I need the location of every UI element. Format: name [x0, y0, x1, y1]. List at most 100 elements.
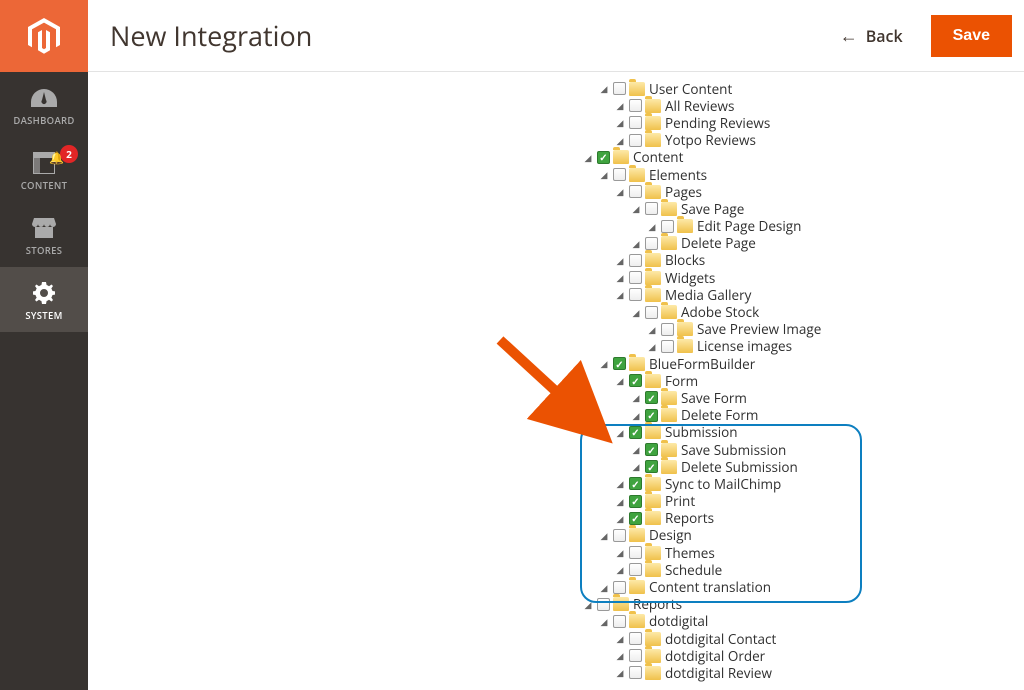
- tree-checkbox[interactable]: [645, 460, 658, 473]
- tree-checkbox[interactable]: [629, 116, 642, 129]
- tree-checkbox[interactable]: [661, 220, 674, 233]
- expand-toggle-icon[interactable]: ◢: [630, 203, 642, 215]
- tree-checkbox[interactable]: [629, 374, 642, 387]
- tree-node[interactable]: ◢ dotdigital Order: [566, 647, 821, 664]
- tree-checkbox[interactable]: [629, 632, 642, 645]
- tree-node[interactable]: ◢ Adobe Stock: [566, 303, 821, 320]
- tree-node[interactable]: ◢ Pages: [566, 183, 821, 200]
- tree-checkbox[interactable]: [613, 529, 626, 542]
- expand-toggle-icon[interactable]: ◢: [582, 598, 594, 610]
- expand-toggle-icon[interactable]: ◢: [614, 375, 626, 387]
- tree-node[interactable]: ◢ License images: [566, 338, 821, 355]
- expand-toggle-icon[interactable]: ◢: [646, 340, 658, 352]
- expand-toggle-icon[interactable]: ◢: [614, 289, 626, 301]
- tree-checkbox[interactable]: [629, 185, 642, 198]
- tree-node[interactable]: ◢ Save Submission: [566, 441, 821, 458]
- tree-node[interactable]: ◢ Blocks: [566, 252, 821, 269]
- expand-toggle-icon[interactable]: ◢: [614, 478, 626, 490]
- tree-checkbox[interactable]: [629, 271, 642, 284]
- expand-toggle-icon[interactable]: ◢: [614, 117, 626, 129]
- expand-toggle-icon[interactable]: ◢: [598, 358, 610, 370]
- tree-checkbox[interactable]: [613, 615, 626, 628]
- tree-checkbox[interactable]: [613, 168, 626, 181]
- expand-toggle-icon[interactable]: ◢: [614, 254, 626, 266]
- tree-checkbox[interactable]: [645, 237, 658, 250]
- tree-node[interactable]: ◢ Submission: [566, 424, 821, 441]
- expand-toggle-icon[interactable]: ◢: [614, 100, 626, 112]
- expand-toggle-icon[interactable]: ◢: [582, 151, 594, 163]
- expand-toggle-icon[interactable]: ◢: [630, 237, 642, 249]
- tree-node[interactable]: ◢ Content translation: [566, 578, 821, 595]
- tree-node[interactable]: ◢ Print: [566, 493, 821, 510]
- expand-toggle-icon[interactable]: ◢: [598, 529, 610, 541]
- sidebar-item-stores[interactable]: STORES: [0, 202, 88, 267]
- sidebar-item-dashboard[interactable]: DASHBOARD: [0, 72, 88, 137]
- tree-node[interactable]: ◢ Media Gallery: [566, 286, 821, 303]
- tree-checkbox[interactable]: [661, 323, 674, 336]
- tree-checkbox[interactable]: [661, 340, 674, 353]
- tree-node[interactable]: ◢ Save Page: [566, 200, 821, 217]
- expand-toggle-icon[interactable]: ◢: [614, 650, 626, 662]
- tree-checkbox[interactable]: [629, 512, 642, 525]
- expand-toggle-icon[interactable]: ◢: [614, 667, 626, 679]
- tree-checkbox[interactable]: [629, 254, 642, 267]
- tree-node[interactable]: ◢ Schedule: [566, 561, 821, 578]
- tree-checkbox[interactable]: [629, 99, 642, 112]
- expand-toggle-icon[interactable]: ◢: [614, 547, 626, 559]
- expand-toggle-icon[interactable]: ◢: [598, 581, 610, 593]
- expand-toggle-icon[interactable]: ◢: [614, 426, 626, 438]
- tree-node[interactable]: ◢ Save Preview Image: [566, 321, 821, 338]
- tree-node[interactable]: ◢ Reports: [566, 596, 821, 613]
- tree-checkbox[interactable]: [597, 151, 610, 164]
- tree-node[interactable]: ◢ dotdigital Review: [566, 664, 821, 681]
- magento-logo[interactable]: [0, 0, 88, 72]
- tree-checkbox[interactable]: [629, 563, 642, 576]
- expand-toggle-icon[interactable]: ◢: [614, 495, 626, 507]
- expand-toggle-icon[interactable]: ◢: [630, 444, 642, 456]
- tree-checkbox[interactable]: [629, 546, 642, 559]
- expand-toggle-icon[interactable]: ◢: [630, 409, 642, 421]
- tree-checkbox[interactable]: [613, 82, 626, 95]
- tree-node[interactable]: ◢ Delete Submission: [566, 458, 821, 475]
- back-button[interactable]: ← Back: [822, 14, 921, 58]
- tree-checkbox[interactable]: [613, 357, 626, 370]
- tree-checkbox[interactable]: [645, 202, 658, 215]
- tree-checkbox[interactable]: [629, 495, 642, 508]
- tree-checkbox[interactable]: [629, 666, 642, 679]
- tree-node[interactable]: ◢ BlueFormBuilder: [566, 355, 821, 372]
- tree-node[interactable]: ◢ Yotpo Reviews: [566, 132, 821, 149]
- tree-node[interactable]: ◢ dotdigital Contact: [566, 630, 821, 647]
- tree-node[interactable]: ◢ Edit Page Design: [566, 218, 821, 235]
- save-button[interactable]: Save: [931, 15, 1012, 57]
- tree-checkbox[interactable]: [597, 598, 610, 611]
- tree-node[interactable]: ◢ Reports: [566, 510, 821, 527]
- tree-node[interactable]: ◢ Design: [566, 527, 821, 544]
- expand-toggle-icon[interactable]: ◢: [614, 272, 626, 284]
- expand-toggle-icon[interactable]: ◢: [614, 512, 626, 524]
- tree-node[interactable]: ◢ User Content: [566, 80, 821, 97]
- sidebar-item-content[interactable]: CONTENT2🔔: [0, 137, 88, 202]
- tree-node[interactable]: ◢ Save Form: [566, 389, 821, 406]
- tree-checkbox[interactable]: [629, 426, 642, 439]
- tree-node[interactable]: ◢ Form: [566, 372, 821, 389]
- tree-node[interactable]: ◢ Themes: [566, 544, 821, 561]
- expand-toggle-icon[interactable]: ◢: [630, 461, 642, 473]
- expand-toggle-icon[interactable]: ◢: [614, 633, 626, 645]
- expand-toggle-icon[interactable]: ◢: [646, 220, 658, 232]
- expand-toggle-icon[interactable]: ◢: [598, 83, 610, 95]
- tree-checkbox[interactable]: [629, 477, 642, 490]
- tree-node[interactable]: ◢ Content: [566, 149, 821, 166]
- tree-checkbox[interactable]: [629, 134, 642, 147]
- tree-node[interactable]: ◢ Elements: [566, 166, 821, 183]
- tree-node[interactable]: ◢ Delete Form: [566, 407, 821, 424]
- tree-node[interactable]: ◢ dotdigital: [566, 613, 821, 630]
- expand-toggle-icon[interactable]: ◢: [630, 306, 642, 318]
- tree-checkbox[interactable]: [645, 409, 658, 422]
- tree-node[interactable]: ◢ Delete Page: [566, 235, 821, 252]
- expand-toggle-icon[interactable]: ◢: [598, 615, 610, 627]
- tree-checkbox[interactable]: [613, 581, 626, 594]
- tree-checkbox[interactable]: [645, 306, 658, 319]
- expand-toggle-icon[interactable]: ◢: [614, 134, 626, 146]
- expand-toggle-icon[interactable]: ◢: [630, 392, 642, 404]
- tree-node[interactable]: ◢ Widgets: [566, 269, 821, 286]
